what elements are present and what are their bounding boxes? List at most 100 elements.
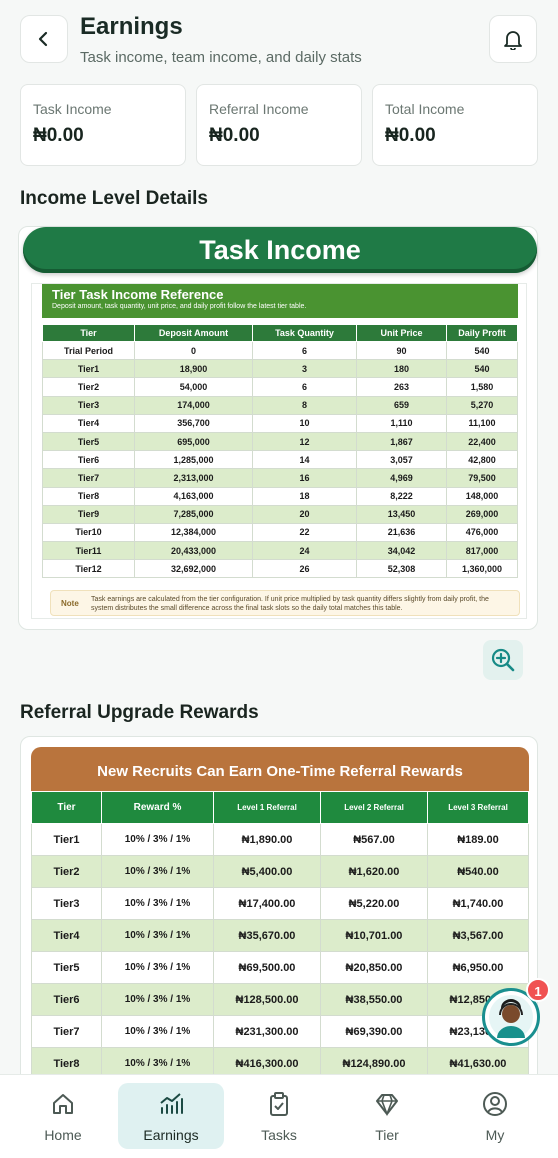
nav-item-tier[interactable]: Tier bbox=[334, 1083, 440, 1149]
table-cell: 3 bbox=[252, 359, 357, 379]
table-cell: 54,000 bbox=[134, 377, 253, 397]
nav-item-earnings[interactable]: Earnings bbox=[118, 1083, 224, 1149]
table-header-row: Tier Reward % Level 1 Referral Level 2 R… bbox=[31, 791, 529, 824]
table-cell: Tier6 bbox=[31, 983, 102, 1016]
table-cell: Tier4 bbox=[42, 413, 135, 433]
table-cell: 42,800 bbox=[446, 450, 518, 470]
table-cell: 24 bbox=[252, 541, 357, 561]
table-cell: 4,163,000 bbox=[134, 486, 253, 506]
income-stats: Task Income ₦0.00 Referral Income ₦0.00 … bbox=[20, 84, 538, 166]
tier-reference-header: Tier Task Income Reference Deposit amoun… bbox=[42, 284, 518, 318]
chart-icon bbox=[160, 1093, 183, 1114]
table-cell: ₦17,400.00 bbox=[213, 887, 321, 920]
table-row: Tier3 174,000 8 659 5,270 bbox=[42, 395, 518, 415]
table-cell: 7,285,000 bbox=[134, 504, 253, 524]
table-row: Tier7 10% / 3% / 1% ₦231,300.00 ₦69,390.00 ₦… bbox=[31, 1015, 529, 1048]
stat-value: ₦0.00 bbox=[33, 125, 84, 146]
bottom-navigation: Home Earnings Tasks Tier My bbox=[0, 1074, 558, 1158]
table-cell: ₦189.00 bbox=[427, 823, 529, 856]
table-cell: 6 bbox=[252, 340, 357, 361]
table-row: Tier8 4,163,000 18 8,222 148,000 bbox=[42, 486, 518, 506]
table-cell: ₦69,390.00 bbox=[320, 1015, 428, 1048]
header: Earnings Task income, team income, and d… bbox=[0, 0, 558, 80]
stat-card-task-income: Task Income ₦0.00 bbox=[20, 84, 186, 166]
table-cell: 10% / 3% / 1% bbox=[101, 983, 214, 1016]
table-cell: Trial Period bbox=[42, 340, 135, 361]
table-cell: Tier5 bbox=[42, 431, 135, 452]
tier-reference-title: Tier Task Income Reference bbox=[52, 287, 224, 302]
table-cell: 14 bbox=[252, 450, 357, 470]
table-cell: ₦20,850.00 bbox=[320, 951, 428, 984]
column-header: Task Quantity bbox=[252, 324, 357, 342]
table-cell: 4,969 bbox=[356, 468, 447, 488]
table-cell: Tier1 bbox=[31, 823, 102, 856]
table-cell: Tier12 bbox=[42, 559, 135, 579]
column-header: Unit Price bbox=[356, 324, 447, 342]
table-row: Tier12 32,692,000 26 52,308 1,360,000 bbox=[42, 559, 518, 579]
table-cell: Tier2 bbox=[42, 377, 135, 397]
stat-card-referral-income: Referral Income ₦0.00 bbox=[196, 84, 362, 166]
notifications-button[interactable] bbox=[489, 15, 537, 63]
tier-income-table: Tier Deposit Amount Task Quantity Unit P… bbox=[42, 324, 518, 579]
column-header: Deposit Amount bbox=[134, 324, 253, 342]
table-cell: 1,360,000 bbox=[446, 559, 518, 579]
table-cell: 659 bbox=[356, 395, 447, 415]
referral-table: Tier Reward % Level 1 Referral Level 2 R… bbox=[31, 791, 529, 1080]
table-cell: 34,042 bbox=[356, 541, 447, 561]
table-cell: 10% / 3% / 1% bbox=[101, 823, 214, 856]
nav-label: Home bbox=[44, 1127, 82, 1143]
table-cell: Tier5 bbox=[31, 951, 102, 984]
table-cell: 21,636 bbox=[356, 522, 447, 543]
table-cell: 22,400 bbox=[446, 431, 518, 452]
table-row: Tier10 12,384,000 22 21,636 476,000 bbox=[42, 522, 518, 543]
table-cell: 12 bbox=[252, 431, 357, 452]
table-row: Tier6 1,285,000 14 3,057 42,800 bbox=[42, 450, 518, 470]
table-cell: Tier3 bbox=[31, 887, 102, 920]
zoom-button[interactable] bbox=[483, 640, 523, 680]
table-cell: 356,700 bbox=[134, 413, 253, 433]
nav-item-my[interactable]: My bbox=[442, 1083, 548, 1149]
table-cell: 16 bbox=[252, 468, 357, 488]
stat-card-total-income: Total Income ₦0.00 bbox=[372, 84, 538, 166]
user-icon bbox=[483, 1092, 507, 1116]
table-cell: Tier4 bbox=[31, 919, 102, 952]
task-income-banner: Task Income bbox=[23, 227, 537, 273]
table-row: Tier5 10% / 3% / 1% ₦69,500.00 ₦20,850.00 ₦6… bbox=[31, 951, 529, 984]
table-cell: 10 bbox=[252, 413, 357, 433]
table-row: Tier3 10% / 3% / 1% ₦17,400.00 ₦5,220.00 ₦1,… bbox=[31, 887, 529, 920]
table-cell: ₦128,500.00 bbox=[213, 983, 321, 1016]
table-cell: Tier2 bbox=[31, 855, 102, 888]
table-row: Tier9 7,285,000 20 13,450 269,000 bbox=[42, 504, 518, 524]
table-cell: 79,500 bbox=[446, 468, 518, 488]
table-cell: ₦69,500.00 bbox=[213, 951, 321, 984]
table-cell: 12,384,000 bbox=[134, 522, 253, 543]
stat-label: Total Income bbox=[385, 101, 465, 117]
table-cell: 540 bbox=[446, 340, 518, 361]
table-cell: 10% / 3% / 1% bbox=[101, 951, 214, 984]
note-tag: Note bbox=[61, 599, 79, 608]
section-title-referral: Referral Upgrade Rewards bbox=[20, 702, 259, 723]
table-cell: 20 bbox=[252, 504, 357, 524]
back-button[interactable] bbox=[20, 15, 68, 63]
nav-item-tasks[interactable]: Tasks bbox=[226, 1083, 332, 1149]
column-header: Level 2 Referral bbox=[320, 791, 428, 824]
table-cell: 476,000 bbox=[446, 522, 518, 543]
table-row: Tier6 10% / 3% / 1% ₦128,500.00 ₦38,550.00 ₦… bbox=[31, 983, 529, 1016]
table-cell: 8 bbox=[252, 395, 357, 415]
referral-banner: New Recruits Can Earn One-Time Referral … bbox=[31, 747, 529, 791]
nav-label: Tier bbox=[375, 1127, 399, 1143]
table-cell: Tier7 bbox=[31, 1015, 102, 1048]
nav-item-home[interactable]: Home bbox=[10, 1083, 116, 1149]
table-cell: 6 bbox=[252, 377, 357, 397]
table-cell: 0 bbox=[134, 340, 253, 361]
table-row: Tier4 10% / 3% / 1% ₦35,670.00 ₦10,701.00 ₦3… bbox=[31, 919, 529, 952]
table-header-row: Tier Deposit Amount Task Quantity Unit P… bbox=[42, 324, 518, 342]
table-cell: 817,000 bbox=[446, 541, 518, 561]
table-cell: 180 bbox=[356, 359, 447, 379]
table-cell: 26 bbox=[252, 559, 357, 579]
table-cell: 20,433,000 bbox=[134, 541, 253, 561]
table-cell: ₦231,300.00 bbox=[213, 1015, 321, 1048]
table-cell: 3,057 bbox=[356, 450, 447, 470]
table-row: Tier1 18,900 3 180 540 bbox=[42, 359, 518, 379]
table-row: Tier11 20,433,000 24 34,042 817,000 bbox=[42, 541, 518, 561]
